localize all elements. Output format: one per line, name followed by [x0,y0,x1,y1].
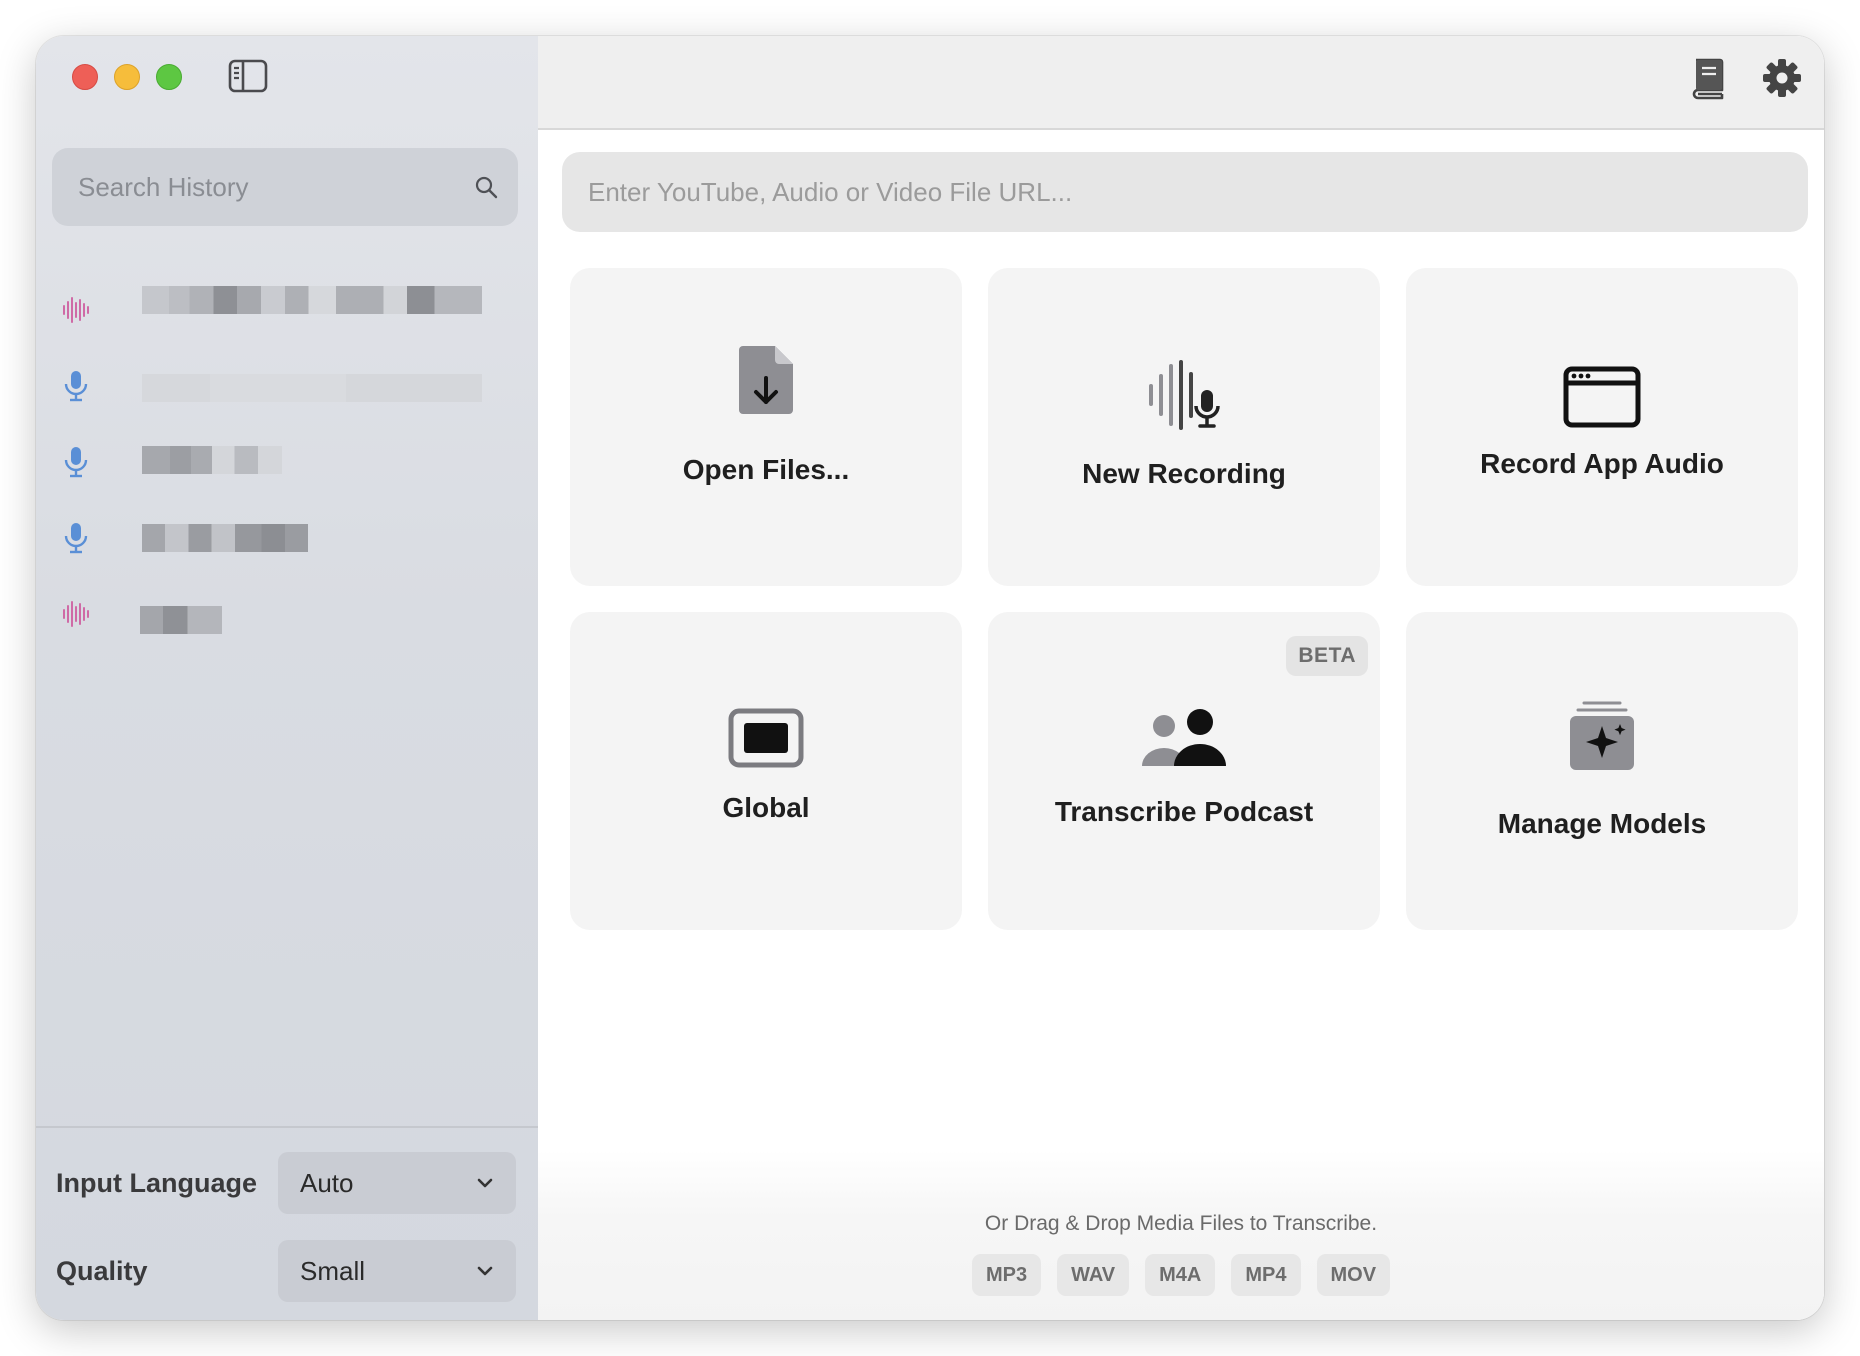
open-files-label: Open Files... [682,454,850,485]
quality-row: Quality Small [56,1240,516,1302]
waveform-icon [63,297,89,323]
format-badges: MP3 WAV M4A MP4 MOV [538,1254,1824,1296]
redacted-title [142,374,482,402]
input-language-select[interactable]: Auto [278,1152,516,1214]
book-icon[interactable] [1688,56,1728,100]
close-button[interactable] [72,64,98,90]
drag-drop-hint: Or Drag & Drop Media Files to Transcribe… [984,1212,1378,1235]
manage-models-card[interactable]: Manage Models [1406,612,1798,930]
history-item[interactable] [52,500,522,576]
microphone-icon [64,447,88,478]
format-badge: MP3 [971,1254,1042,1296]
manage-models-label: Manage Models [1497,808,1707,839]
minimize-button[interactable] [114,64,140,90]
history-item[interactable] [52,348,522,424]
input-language-value: Auto [300,1167,354,1198]
transcribe-podcast-card[interactable]: BETA Transcribe Podcast [988,612,1380,930]
new-recording-card[interactable]: New Recording [988,268,1380,586]
app-window-icon [1563,366,1641,428]
microphone-icon [64,371,88,402]
chevron-down-icon [477,1266,493,1276]
global-card[interactable]: Global [570,612,962,930]
record-app-audio-label: Record App Audio [1480,448,1724,479]
history-item[interactable] [52,272,522,348]
redacted-title [142,524,308,552]
waveform-icon [63,601,89,627]
quality-select[interactable]: Small [278,1240,516,1302]
search-history-field[interactable] [52,148,518,226]
history-item[interactable] [52,424,522,500]
chevron-down-icon [477,1178,493,1188]
document-download-icon [739,346,793,414]
redacted-title [142,286,482,314]
sidebar: Input Language Auto Quality Small [36,36,540,1320]
history-list [52,272,522,652]
new-recording-label: New Recording [1082,458,1286,489]
format-badge: MOV [1316,1254,1391,1296]
search-input[interactable] [76,170,474,204]
url-input-field[interactable] [562,152,1808,232]
zoom-button[interactable] [156,64,182,90]
window-controls [72,64,182,90]
format-badge: M4A [1145,1254,1216,1296]
sidebar-toggle-icon[interactable] [228,58,268,94]
quality-label: Quality [56,1255,148,1286]
microphone-icon [64,523,88,554]
record-app-audio-card[interactable]: Record App Audio [1406,268,1798,586]
screen-icon [728,708,804,768]
gear-icon[interactable] [1762,56,1802,100]
app-window: Input Language Auto Quality Small [36,36,1824,1320]
input-language-label: Input Language [56,1167,257,1198]
main-content: Open Files... New Recording [538,36,1824,1320]
beta-badge: BETA [1286,636,1368,676]
people-icon [1142,709,1226,766]
format-badge: WAV [1057,1254,1130,1296]
waveform-microphone-icon [1149,360,1220,430]
open-files-card[interactable]: Open Files... [570,268,962,586]
input-language-row: Input Language Auto [56,1152,516,1214]
search-icon [475,176,498,199]
sparkle-stack-icon [1570,701,1634,770]
redacted-title [140,606,222,634]
transcribe-podcast-label: Transcribe Podcast [1054,796,1314,827]
url-input[interactable] [586,175,1784,209]
format-badge: MP4 [1231,1254,1301,1296]
toolbar [538,36,1824,130]
global-label: Global [722,792,810,823]
quality-value: Small [300,1255,366,1286]
redacted-title [142,446,282,474]
transcription-options: Input Language Auto Quality Small [36,1126,538,1320]
history-item[interactable] [52,576,522,652]
